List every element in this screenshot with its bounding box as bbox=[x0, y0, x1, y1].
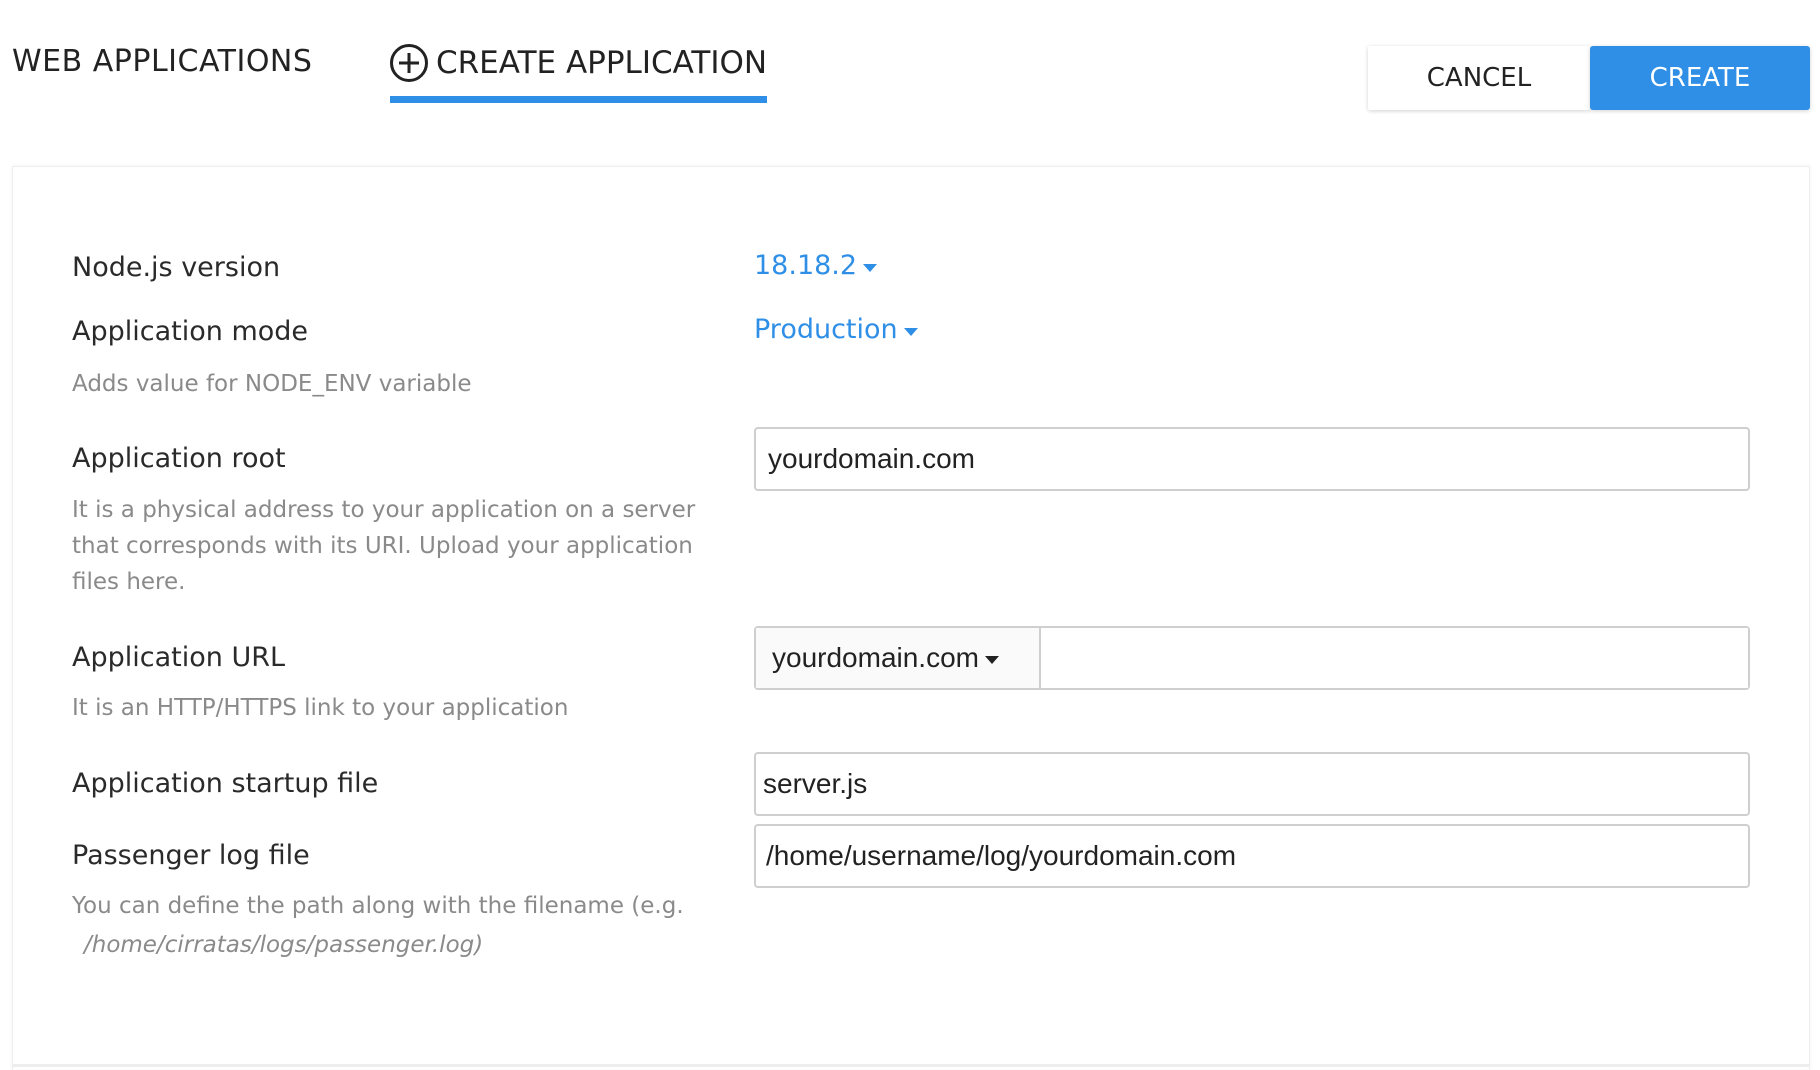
application-url-hint: It is an HTTP/HTTPS link to your applica… bbox=[72, 695, 569, 721]
application-root-hint: It is a physical address to your applica… bbox=[72, 497, 696, 595]
application-url-domain-value: yourdomain.com bbox=[772, 642, 979, 673]
tab-create-application-label: CREATE APPLICATION bbox=[436, 45, 768, 81]
plus-circle-icon bbox=[390, 44, 428, 82]
application-url-path-input[interactable] bbox=[1041, 628, 1748, 688]
caret-down-icon bbox=[984, 656, 999, 664]
nodejs-version-dropdown[interactable]: 18.18.2 bbox=[754, 250, 878, 281]
tab-web-applications[interactable]: WEB APPLICATIONS bbox=[12, 44, 312, 79]
passenger-log-input[interactable] bbox=[754, 824, 1750, 888]
application-mode-label: Application mode bbox=[72, 316, 309, 347]
application-url-label: Application URL bbox=[72, 642, 286, 673]
card-divider bbox=[12, 1064, 1810, 1067]
nodejs-version-value: 18.18.2 bbox=[754, 250, 858, 281]
nodejs-version-label: Node.js version bbox=[72, 252, 281, 283]
startup-file-label: Application startup file bbox=[72, 768, 379, 799]
startup-file-input[interactable] bbox=[754, 752, 1750, 816]
application-root-label: Application root bbox=[72, 443, 286, 474]
application-root-input[interactable] bbox=[754, 427, 1750, 491]
passenger-log-hint-example: /home/cirratas/logs/passenger.log) bbox=[84, 932, 484, 958]
passenger-log-hint: You can define the path along with the f… bbox=[72, 893, 684, 919]
cancel-button[interactable]: CANCEL bbox=[1368, 46, 1590, 110]
create-button[interactable]: CREATE bbox=[1590, 46, 1810, 110]
tab-create-application[interactable]: CREATE APPLICATION bbox=[390, 44, 768, 103]
application-url-domain-select[interactable]: yourdomain.com bbox=[756, 628, 1041, 688]
caret-down-icon bbox=[903, 327, 918, 336]
application-mode-value: Production bbox=[754, 314, 898, 345]
application-mode-hint: Adds value for NODE_ENV variable bbox=[72, 371, 472, 397]
caret-down-icon bbox=[863, 263, 878, 272]
passenger-log-label: Passenger log file bbox=[72, 840, 310, 871]
application-url-field: yourdomain.com bbox=[754, 626, 1750, 690]
application-mode-dropdown[interactable]: Production bbox=[754, 314, 918, 345]
